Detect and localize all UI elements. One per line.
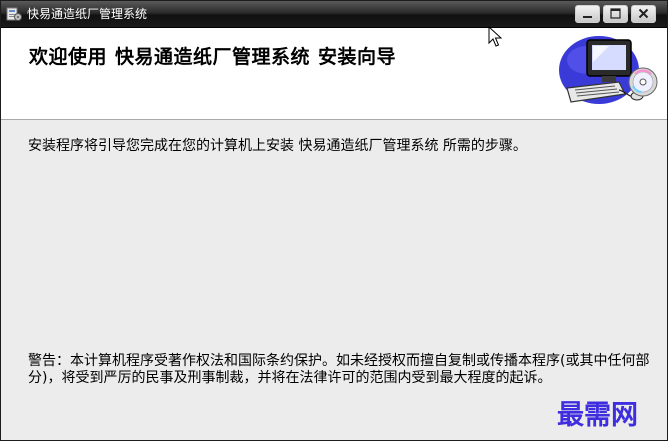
wizard-heading: 欢迎使用 快易通造纸厂管理系统 安装向导 xyxy=(29,42,396,69)
mouse-cursor-icon xyxy=(488,26,502,47)
close-button[interactable] xyxy=(631,5,656,23)
minimize-icon xyxy=(583,16,592,18)
copyright-warning: 警告：本计算机程序受著作权法和国际条约保护。如未经授权而擅自复制或传播本程序(或… xyxy=(28,353,650,386)
title-bar[interactable]: 快易通造纸厂管理系统 xyxy=(1,1,667,28)
heading-wizard: 安装向导 xyxy=(318,46,397,68)
heading-product: 快易通造纸厂管理系统 xyxy=(115,46,311,68)
watermark: 最需网 xyxy=(557,400,638,431)
maximize-button[interactable] xyxy=(603,5,628,23)
close-icon xyxy=(638,8,649,19)
window-title: 快易通造纸厂管理系统 xyxy=(27,7,148,21)
heading-welcome: 欢迎使用 xyxy=(29,46,108,68)
computer-cd-icon xyxy=(559,36,658,104)
minimize-button[interactable] xyxy=(575,5,600,23)
installer-app-icon xyxy=(6,7,22,21)
intro-text: 安装程序将引导您完成在您的计算机上安装 快易通造纸厂管理系统 所需的步骤。 xyxy=(28,138,527,154)
maximize-icon xyxy=(610,8,621,19)
wizard-header: 欢迎使用 快易通造纸厂管理系统 安装向导 xyxy=(1,28,667,120)
installer-window: 快易通造纸厂管理系统 欢迎使用 快易通造纸厂管理系统 安装向导 安装程序将引导您… xyxy=(0,0,668,441)
